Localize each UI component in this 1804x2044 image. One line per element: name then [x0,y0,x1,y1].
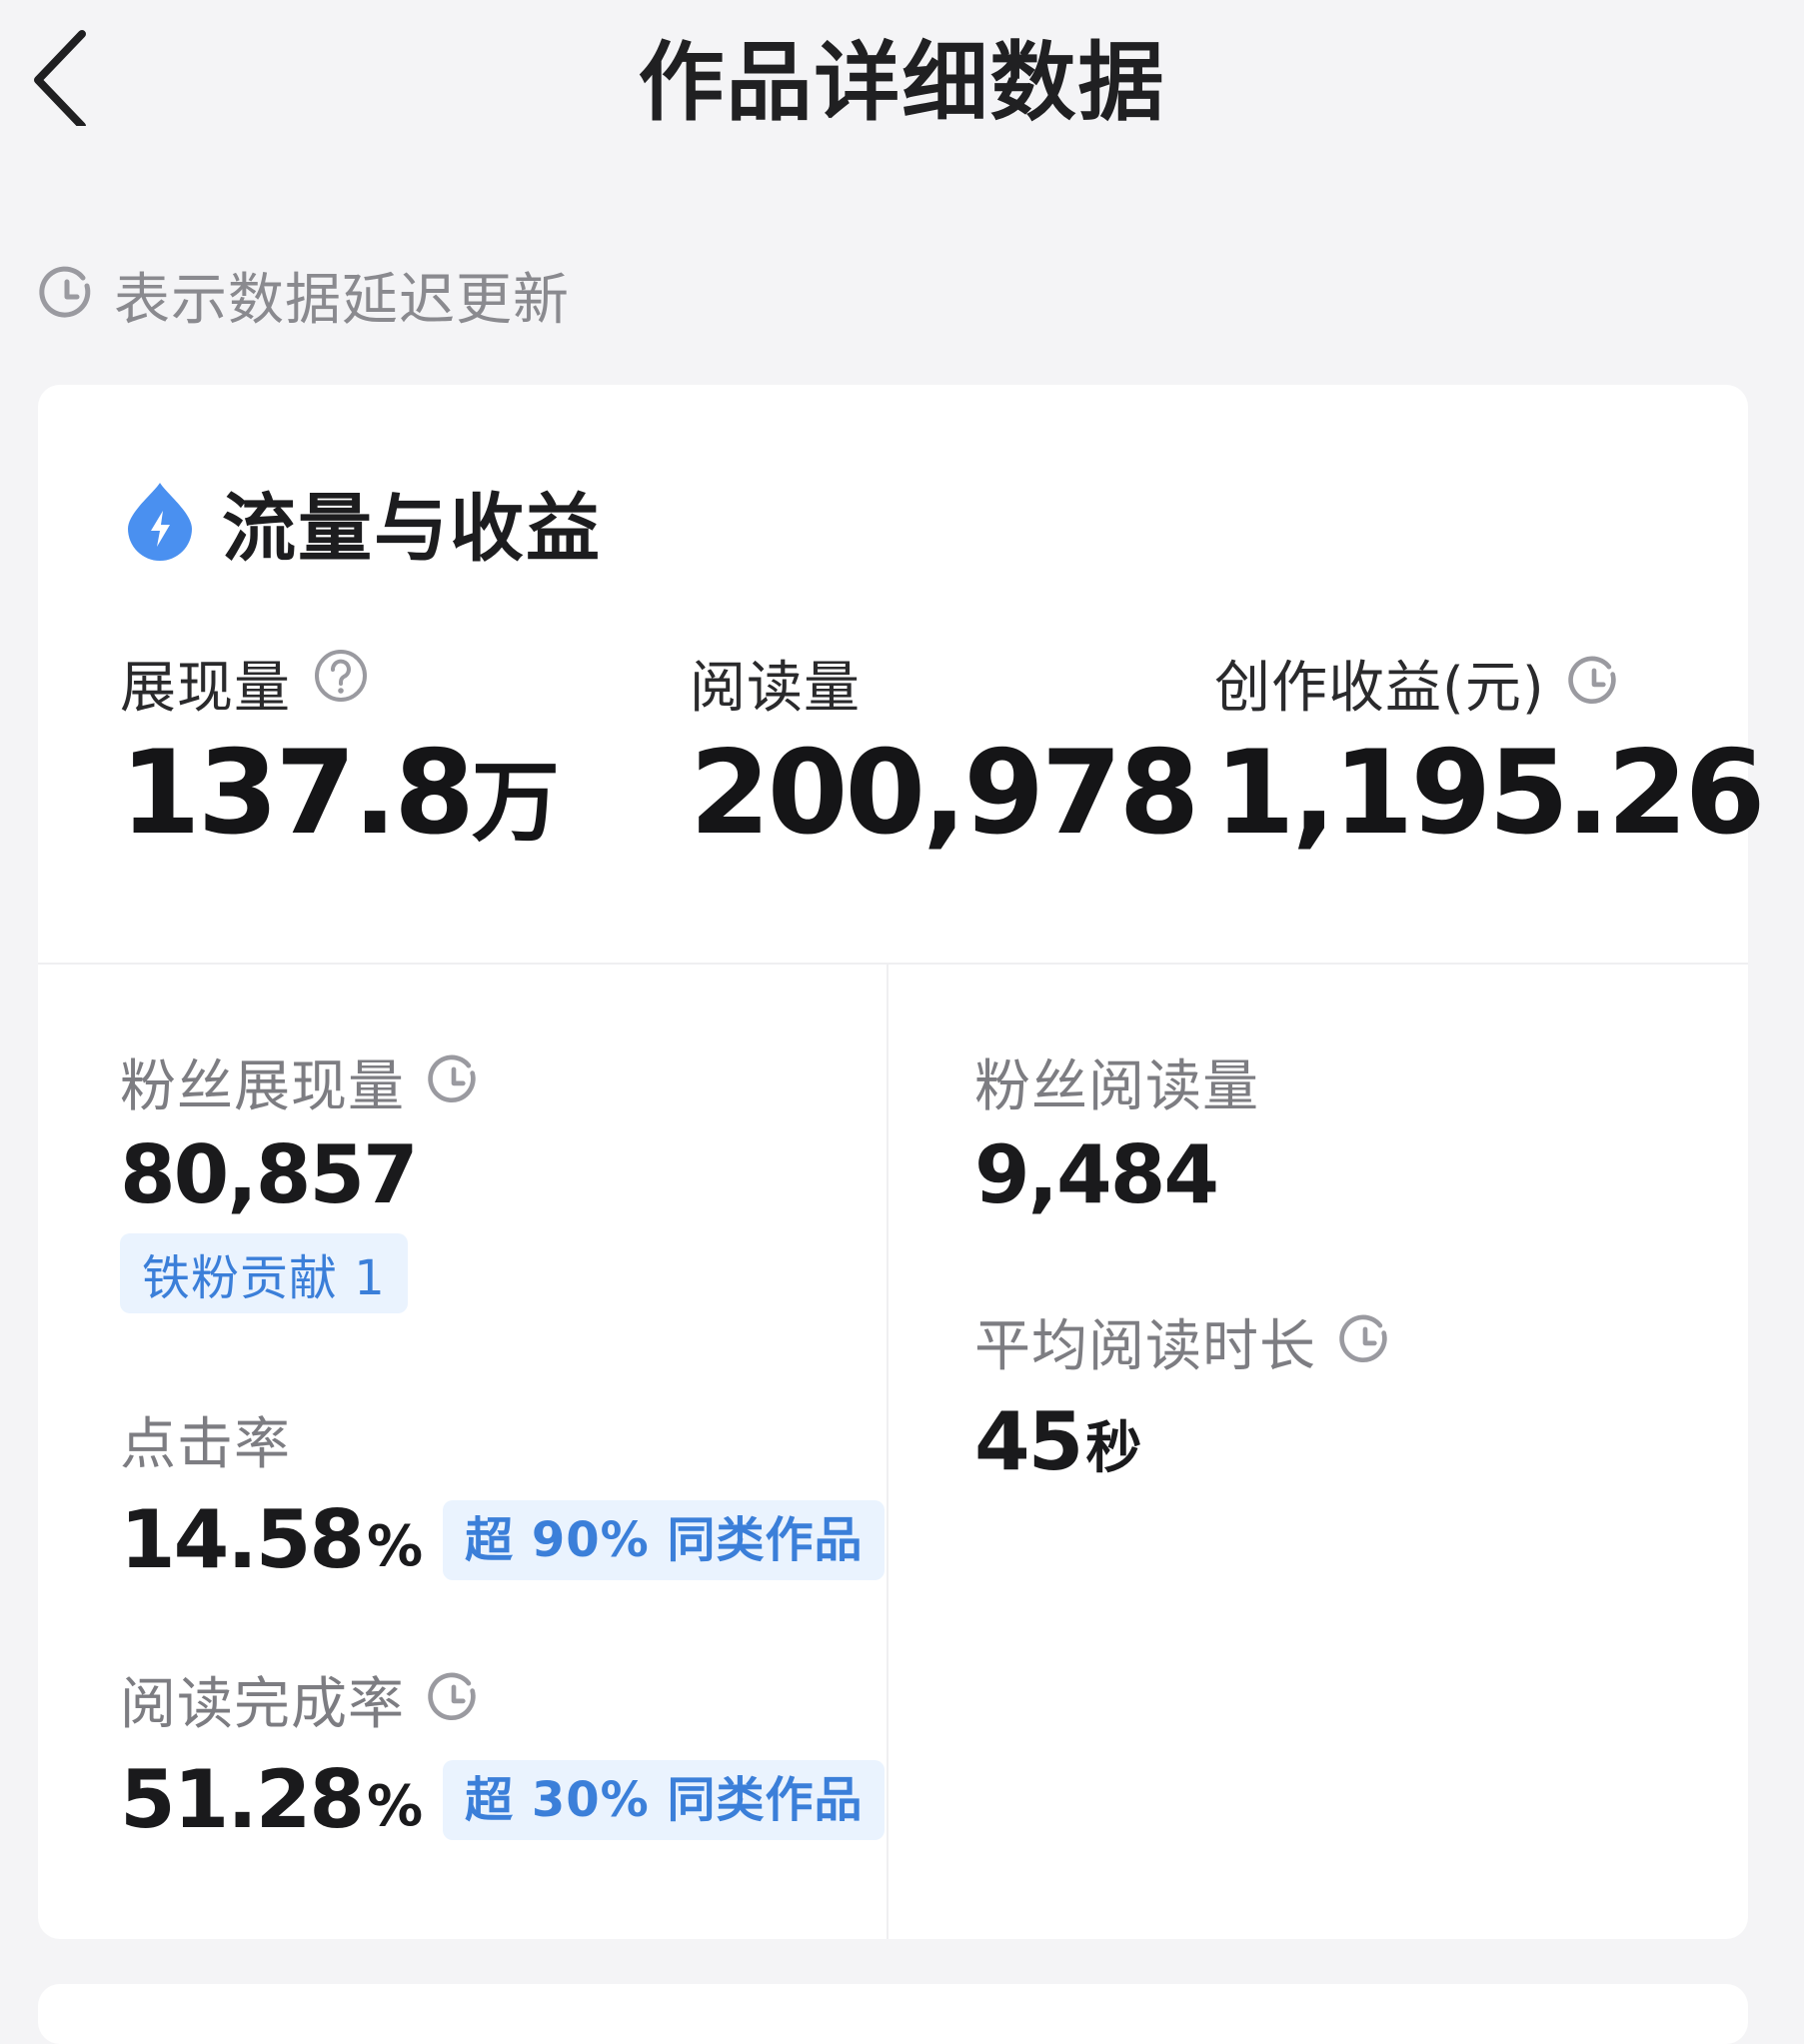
sub-value: 45 [974,1395,1083,1488]
avg-read-time: 平均阅读时长 45 秒 [974,1301,1392,1497]
sub-label: 粉丝阅读量 [974,1053,1259,1119]
click-rate: 点击率 14.58% 超 90% 同类作品 [120,1399,886,1595]
metric-earnings: 创作收益(元) 1,195.26 [1214,643,1765,861]
metric-label: 阅读量 [690,655,861,721]
sub-value: 51.28 [120,1753,365,1846]
page-title: 作品详细数据 [638,33,1166,133]
clock-icon [1338,1314,1392,1368]
sub-unit: 秒 [1085,1416,1142,1481]
divider-horizontal [38,963,1748,965]
divider-vertical [887,965,889,1939]
metric-impressions: 展现量 137.8万 [120,643,560,868]
completion-rate: 阅读完成率 51.28% 超 30% 同类作品 [120,1659,886,1855]
next-card [38,1984,1748,2044]
metric-label: 创作收益(元) [1214,655,1545,721]
delay-hint-text: 表示数据延迟更新 [114,267,570,333]
compare-badge: 超 30% 同类作品 [443,1760,886,1840]
metric-value: 200,978 [690,726,1199,861]
section-title: 流量与收益 [222,485,602,572]
help-icon[interactable] [313,648,369,718]
metric-label: 展现量 [120,655,291,721]
sub-value: 9,484 [974,1128,1219,1221]
sub-value: 80,857 [120,1128,419,1221]
traffic-icon [124,479,196,565]
metric-value: 137.8 [120,726,475,861]
clock-icon [1567,656,1621,710]
sub-label: 点击率 [120,1411,291,1477]
clock-icon [38,266,96,324]
clock-icon [427,1054,481,1108]
sub-label: 粉丝展现量 [120,1053,405,1119]
iron-fan-badge[interactable]: 铁粉贡献 1 [120,1233,408,1313]
sub-label: 阅读完成率 [120,1671,405,1737]
compare-badge: 超 90% 同类作品 [443,1500,886,1580]
metric-unit: 万 [471,751,560,854]
fan-reads: 粉丝阅读量 9,484 [974,1041,1259,1223]
metric-value: 1,195.26 [1214,726,1765,861]
section-header: 流量与收益 [124,472,602,572]
sub-unit: % [367,1514,424,1579]
clock-icon [427,1672,481,1726]
sub-value: 14.58 [120,1493,365,1586]
fan-impressions: 粉丝展现量 80,857 铁粉贡献 1 [120,1041,481,1313]
delay-hint: 表示数据延迟更新 [38,255,570,335]
sub-unit: % [367,1774,424,1839]
sub-label: 平均阅读时长 [974,1313,1316,1379]
metric-reads: 阅读量 200,978 [690,643,1199,861]
